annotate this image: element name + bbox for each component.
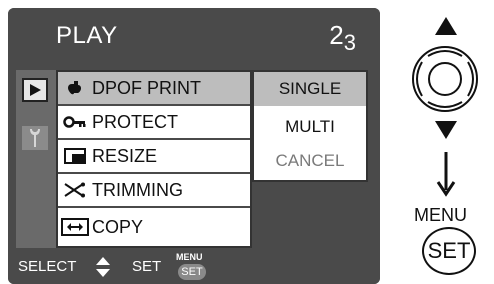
page-total: 3 xyxy=(343,30,356,55)
menu-list: DPOF PRINT PROTECT RESIZE TRIMMING COPY xyxy=(56,70,252,248)
menu-item-label: PROTECT xyxy=(92,111,179,132)
menu-item-resize[interactable]: RESIZE xyxy=(58,140,250,174)
four-way-dial-icon[interactable] xyxy=(410,44,480,114)
up-down-arrow-icon xyxy=(96,257,110,277)
menu-item-label: DPOF PRINT xyxy=(92,77,202,98)
tab-setup[interactable] xyxy=(22,126,48,150)
menu-item-copy[interactable]: COPY xyxy=(58,208,250,246)
camera-screen: PLAY 23 DPOF PRINT PROTECT RESIZE TRIMMI… xyxy=(8,8,380,284)
up-arrow-icon xyxy=(435,17,457,35)
set-label: SET xyxy=(132,258,162,275)
menu-item-label: TRIMMING xyxy=(92,179,183,200)
mode-tabs xyxy=(16,70,56,248)
menu-item-trimming[interactable]: TRIMMING xyxy=(58,174,250,208)
option-multi[interactable]: MULTI xyxy=(254,110,366,144)
page-title: PLAY xyxy=(56,22,118,49)
menu-item-label: RESIZE xyxy=(92,145,158,166)
play-icon xyxy=(30,84,41,96)
select-label: SELECT xyxy=(18,258,77,275)
page-indicator: 23 xyxy=(329,20,356,55)
option-cancel[interactable]: CANCEL xyxy=(254,144,366,178)
resize-icon xyxy=(58,148,92,164)
page-number: 2 xyxy=(329,20,344,50)
tab-play[interactable] xyxy=(22,78,48,102)
copy-icon xyxy=(58,218,92,236)
screen-footer: SELECT SET MENU SET xyxy=(8,250,380,284)
set-button[interactable]: SET xyxy=(422,227,476,275)
menu-label: MENU xyxy=(414,205,467,225)
key-icon xyxy=(58,115,92,129)
down-line-arrow-icon xyxy=(436,152,456,197)
set-small-label: SET xyxy=(178,264,206,280)
menu-set-indicator: MENU SET xyxy=(172,250,212,284)
down-arrow-icon xyxy=(435,121,457,139)
menu-item-protect[interactable]: PROTECT xyxy=(58,106,250,140)
menu-item-label: COPY xyxy=(92,216,144,237)
print-icon xyxy=(58,79,92,97)
scissors-icon xyxy=(58,182,92,198)
wrench-icon xyxy=(30,129,40,147)
screen-header: PLAY 23 xyxy=(8,8,380,66)
menu-small-label: MENU xyxy=(176,252,203,262)
empty-area xyxy=(252,182,368,248)
options-panel: SINGLE MULTI CANCEL xyxy=(252,70,368,182)
option-single[interactable]: SINGLE xyxy=(254,72,366,106)
menu-item-dpof-print[interactable]: DPOF PRINT xyxy=(58,72,250,106)
